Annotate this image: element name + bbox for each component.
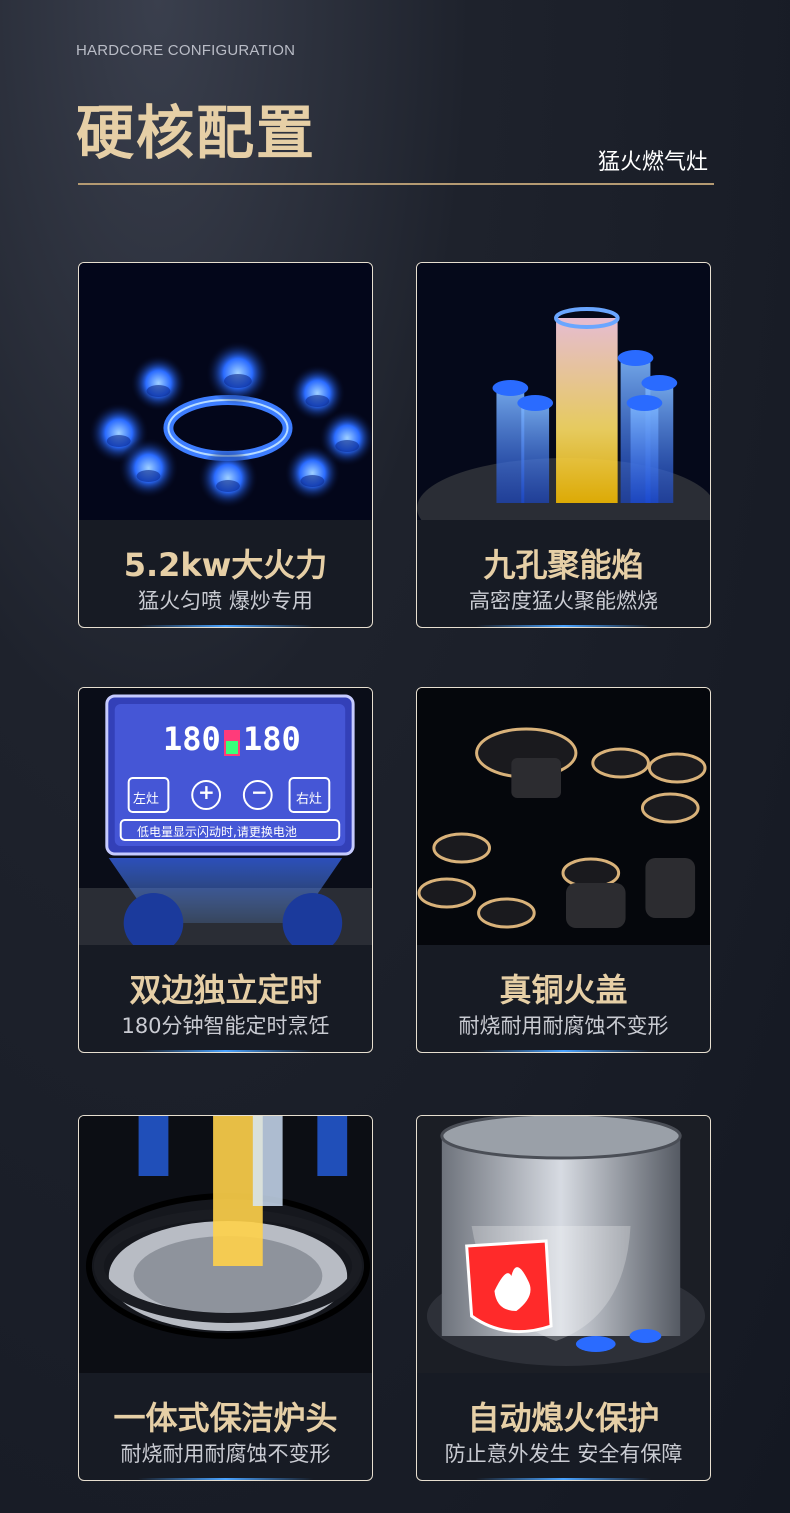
eyebrow-text: HARDCORE CONFIGURATION <box>76 42 296 59</box>
card-title: 九孔聚能焰 <box>483 546 644 584</box>
feature-card-timer: 180 180 左灶 + − 右灶 低电量显示闪动时,请更换电池 双边独立定时 … <box>78 687 373 1053</box>
page-subtitle: 猛火燃气灶 <box>597 150 708 175</box>
card-subtitle: 耐烧耐用耐腐蚀不变形 <box>458 1014 669 1038</box>
card-glow <box>475 1050 652 1052</box>
feature-card-nine-hole: 九孔聚能焰 高密度猛火聚能燃烧 <box>416 262 711 628</box>
feature-card-flameout: 自动熄火保护 防止意外发生 安全有保障 <box>416 1115 711 1481</box>
copper-caps-image <box>417 688 710 945</box>
page-title: 硬核配置 <box>76 99 317 167</box>
battery-icon <box>224 730 240 756</box>
feature-card-firepower: 5.2kw大火力 猛火匀喷 爆炒专用 <box>78 262 373 628</box>
card-glow <box>475 1478 652 1480</box>
battery-warning-text: 低电量显示闪动时,请更换电池 <box>137 825 297 839</box>
timer-right-display: 180 <box>243 720 301 758</box>
left-burner-button[interactable]: 左灶 <box>133 788 159 807</box>
card-title: 一体式保洁炉头 <box>113 1399 338 1437</box>
flame-columns-image <box>417 263 710 520</box>
feature-card-burner-head: 一体式保洁炉头 耐烧耐用耐腐蚀不变形 <box>78 1115 373 1481</box>
card-glow <box>475 625 652 627</box>
minus-button[interactable]: − <box>251 780 268 804</box>
title-divider <box>78 183 714 185</box>
card-title: 双边独立定时 <box>129 971 322 1009</box>
card-glow <box>137 625 314 627</box>
feature-card-copper-cap: 真铜火盖 耐烧耐用耐腐蚀不变形 <box>416 687 711 1053</box>
timer-left-display: 180 <box>163 720 221 758</box>
card-subtitle: 180分钟智能定时烹饪 <box>121 1014 330 1038</box>
card-subtitle: 耐烧耐用耐腐蚀不变形 <box>120 1442 331 1466</box>
card-title: 真铜火盖 <box>499 971 628 1009</box>
burner-head-image <box>79 1116 372 1373</box>
card-title: 5.2kw大火力 <box>123 546 328 584</box>
timer-panel-image: 180 180 左灶 + − 右灶 低电量显示闪动时,请更换电池 <box>79 688 372 945</box>
card-glow <box>137 1478 314 1480</box>
card-glow <box>137 1050 314 1052</box>
card-title: 自动熄火保护 <box>467 1399 660 1437</box>
right-burner-button[interactable]: 右灶 <box>296 788 322 807</box>
card-subtitle: 高密度猛火聚能燃烧 <box>469 589 658 613</box>
card-subtitle: 猛火匀喷 爆炒专用 <box>138 589 313 613</box>
plus-button[interactable]: + <box>198 780 215 804</box>
blue-flame-image <box>79 263 372 520</box>
card-subtitle: 防止意外发生 安全有保障 <box>444 1442 683 1466</box>
flame-safety-image <box>417 1116 710 1373</box>
